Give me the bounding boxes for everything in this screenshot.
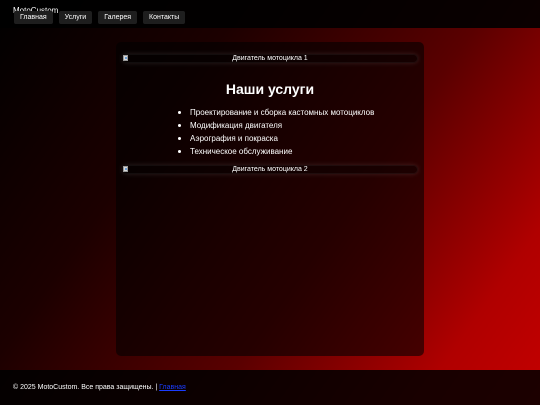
nav-home-button[interactable]: Главная bbox=[14, 11, 53, 24]
top-navigation-bar: MotoCustom Главная Услуги Галерея Контак… bbox=[0, 0, 540, 28]
page-footer: © 2025 MotoCustom. Все права защищены. |… bbox=[0, 370, 540, 405]
nav-services-button[interactable]: Услуги bbox=[58, 11, 93, 24]
services-list: Проектирование и сборка кастомных мотоци… bbox=[178, 106, 374, 158]
copyright-text: © 2025 MotoCustom. Все права защищены. | bbox=[13, 384, 158, 391]
engine-image-1: Двигатель мотоцикла 1 bbox=[122, 54, 418, 63]
section-title: Наши услуги bbox=[225, 81, 315, 97]
service-item: Модификация двигателя bbox=[178, 119, 374, 132]
service-item: Техническое обслуживание bbox=[178, 145, 374, 158]
engine-image-1-alt: Двигатель мотоцикла 1 bbox=[232, 55, 308, 62]
footer-text: © 2025 MotoCustom. Все права защищены. |… bbox=[13, 383, 186, 392]
engine-image-2-alt: Двигатель мотоцикла 2 bbox=[232, 166, 308, 173]
footer-home-link[interactable]: Главная bbox=[159, 384, 186, 391]
service-item: Проектирование и сборка кастомных мотоци… bbox=[178, 106, 374, 119]
main-nav: Главная Услуги Галерея Контакты bbox=[14, 11, 186, 24]
nav-gallery-button[interactable]: Галерея bbox=[98, 11, 138, 24]
service-item: Аэрография и покраска bbox=[178, 132, 374, 145]
engine-image-2: Двигатель мотоцикла 2 bbox=[122, 165, 418, 174]
services-content-panel: Двигатель мотоцикла 1 Наши услуги Проект… bbox=[116, 42, 424, 356]
nav-contacts-button[interactable]: Контакты bbox=[143, 11, 186, 24]
